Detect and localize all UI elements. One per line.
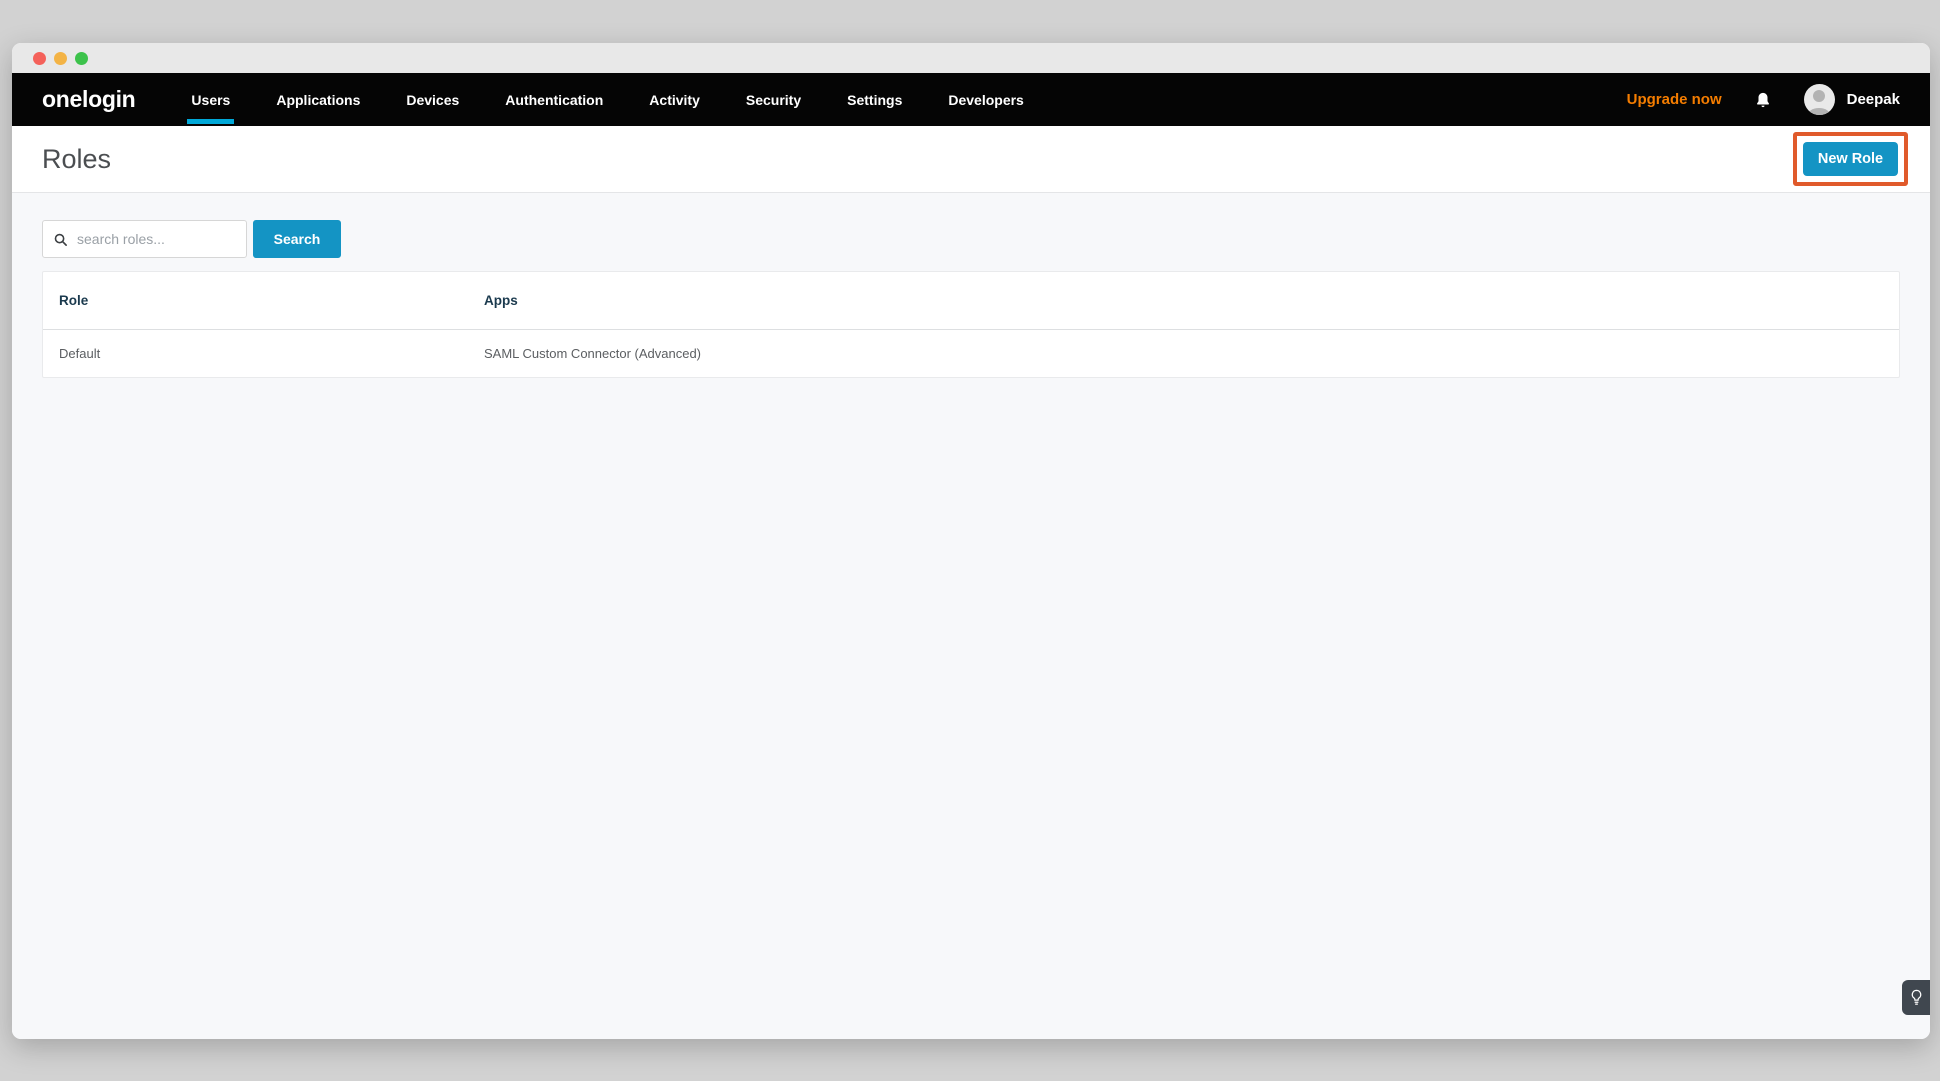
avatar-shoulders (1808, 108, 1830, 115)
role-apps-cell: SAML Custom Connector (Advanced) (468, 346, 1899, 361)
table-row[interactable]: Default SAML Custom Connector (Advanced) (43, 329, 1899, 377)
navbar-right-section: Upgrade now Deepak (1627, 84, 1900, 115)
search-button[interactable]: Search (253, 220, 341, 258)
nav-tab-label: Security (746, 92, 801, 108)
window-titlebar (12, 43, 1930, 73)
nav-tab-settings[interactable]: Settings (843, 73, 906, 126)
page-header: Roles New Role (12, 126, 1930, 193)
page-title: Roles (42, 144, 111, 175)
roles-table: Role Apps Default SAML Custom Connector … (42, 271, 1900, 378)
nav-tab-label: Activity (649, 92, 700, 108)
nav-tab-label: Users (191, 92, 230, 108)
onelogin-logo[interactable]: onelogin (42, 86, 135, 113)
window-controls (33, 52, 88, 65)
bell-icon[interactable] (1754, 90, 1772, 110)
lightbulb-icon (1910, 989, 1923, 1006)
nav-tab-devices[interactable]: Devices (402, 73, 463, 126)
close-window-button[interactable] (33, 52, 46, 65)
nav-tab-label: Applications (276, 92, 360, 108)
table-header-row: Role Apps (43, 272, 1899, 329)
new-role-button[interactable]: New Role (1803, 142, 1898, 176)
annotation-highlight-box: New Role (1793, 132, 1908, 186)
column-header-apps: Apps (468, 293, 1899, 308)
search-icon (53, 232, 68, 247)
avatar-head (1813, 90, 1825, 102)
minimize-window-button[interactable] (54, 52, 67, 65)
nav-tab-label: Settings (847, 92, 902, 108)
nav-tab-label: Authentication (505, 92, 603, 108)
upgrade-now-link[interactable]: Upgrade now (1627, 91, 1722, 108)
column-header-role: Role (43, 293, 468, 308)
nav-tab-security[interactable]: Security (742, 73, 805, 126)
nav-tab-users[interactable]: Users (187, 73, 234, 126)
nav-tab-applications[interactable]: Applications (272, 73, 364, 126)
top-navbar: onelogin Users Applications Devices Auth… (12, 73, 1930, 126)
nav-tab-activity[interactable]: Activity (645, 73, 704, 126)
maximize-window-button[interactable] (75, 52, 88, 65)
active-tab-underline (187, 119, 234, 124)
nav-tab-developers[interactable]: Developers (944, 73, 1027, 126)
nav-tab-label: Developers (948, 92, 1023, 108)
user-name: Deepak (1847, 91, 1900, 108)
avatar (1804, 84, 1835, 115)
search-row: Search (42, 220, 1900, 258)
roles-content: Search Role Apps Default SAML Custom Con… (12, 193, 1930, 1039)
nav-tab-authentication[interactable]: Authentication (501, 73, 607, 126)
user-menu[interactable]: Deepak (1804, 84, 1900, 115)
app-window: onelogin Users Applications Devices Auth… (12, 43, 1930, 1039)
role-name-cell: Default (43, 346, 468, 361)
main-navigation: Users Applications Devices Authenticatio… (187, 73, 1027, 126)
search-box (42, 220, 247, 258)
help-lightbulb-tab[interactable] (1902, 980, 1930, 1015)
nav-tab-label: Devices (406, 92, 459, 108)
search-roles-input[interactable] (77, 231, 236, 247)
